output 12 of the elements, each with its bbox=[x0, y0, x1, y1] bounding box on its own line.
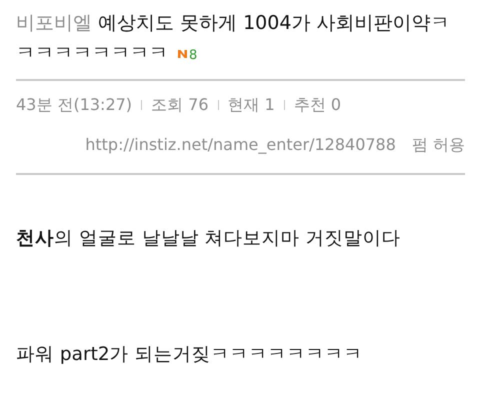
meta-text: 현재 1 bbox=[228, 94, 275, 116]
meta-text: 조회 76 bbox=[151, 94, 208, 116]
body-text: 천사의 얼굴로 날날날 쳐다보지마 거짓말이다 bbox=[16, 227, 402, 251]
post-title: ㅋㅋㅋㅋㅋㅋㅋㅋ bbox=[16, 42, 168, 64]
comment-count: 8 bbox=[189, 48, 198, 63]
meta-text: 43분 전(13:27) bbox=[16, 94, 132, 116]
post-url: http://instiz.net/name_enter/12840788 bbox=[85, 134, 396, 156]
post-title: 예상치도 못하게 1004가 사회비판이약ㅋ bbox=[98, 12, 450, 34]
meta-text: 추천 0 bbox=[294, 94, 342, 116]
category-label: 비포비엘 bbox=[16, 12, 92, 34]
body-text: 파워 part2가 되는거짖ㅋㅋㅋㅋㅋㅋㅋㅋ bbox=[16, 342, 364, 367]
permission-label: 펌 허용 bbox=[412, 134, 465, 156]
